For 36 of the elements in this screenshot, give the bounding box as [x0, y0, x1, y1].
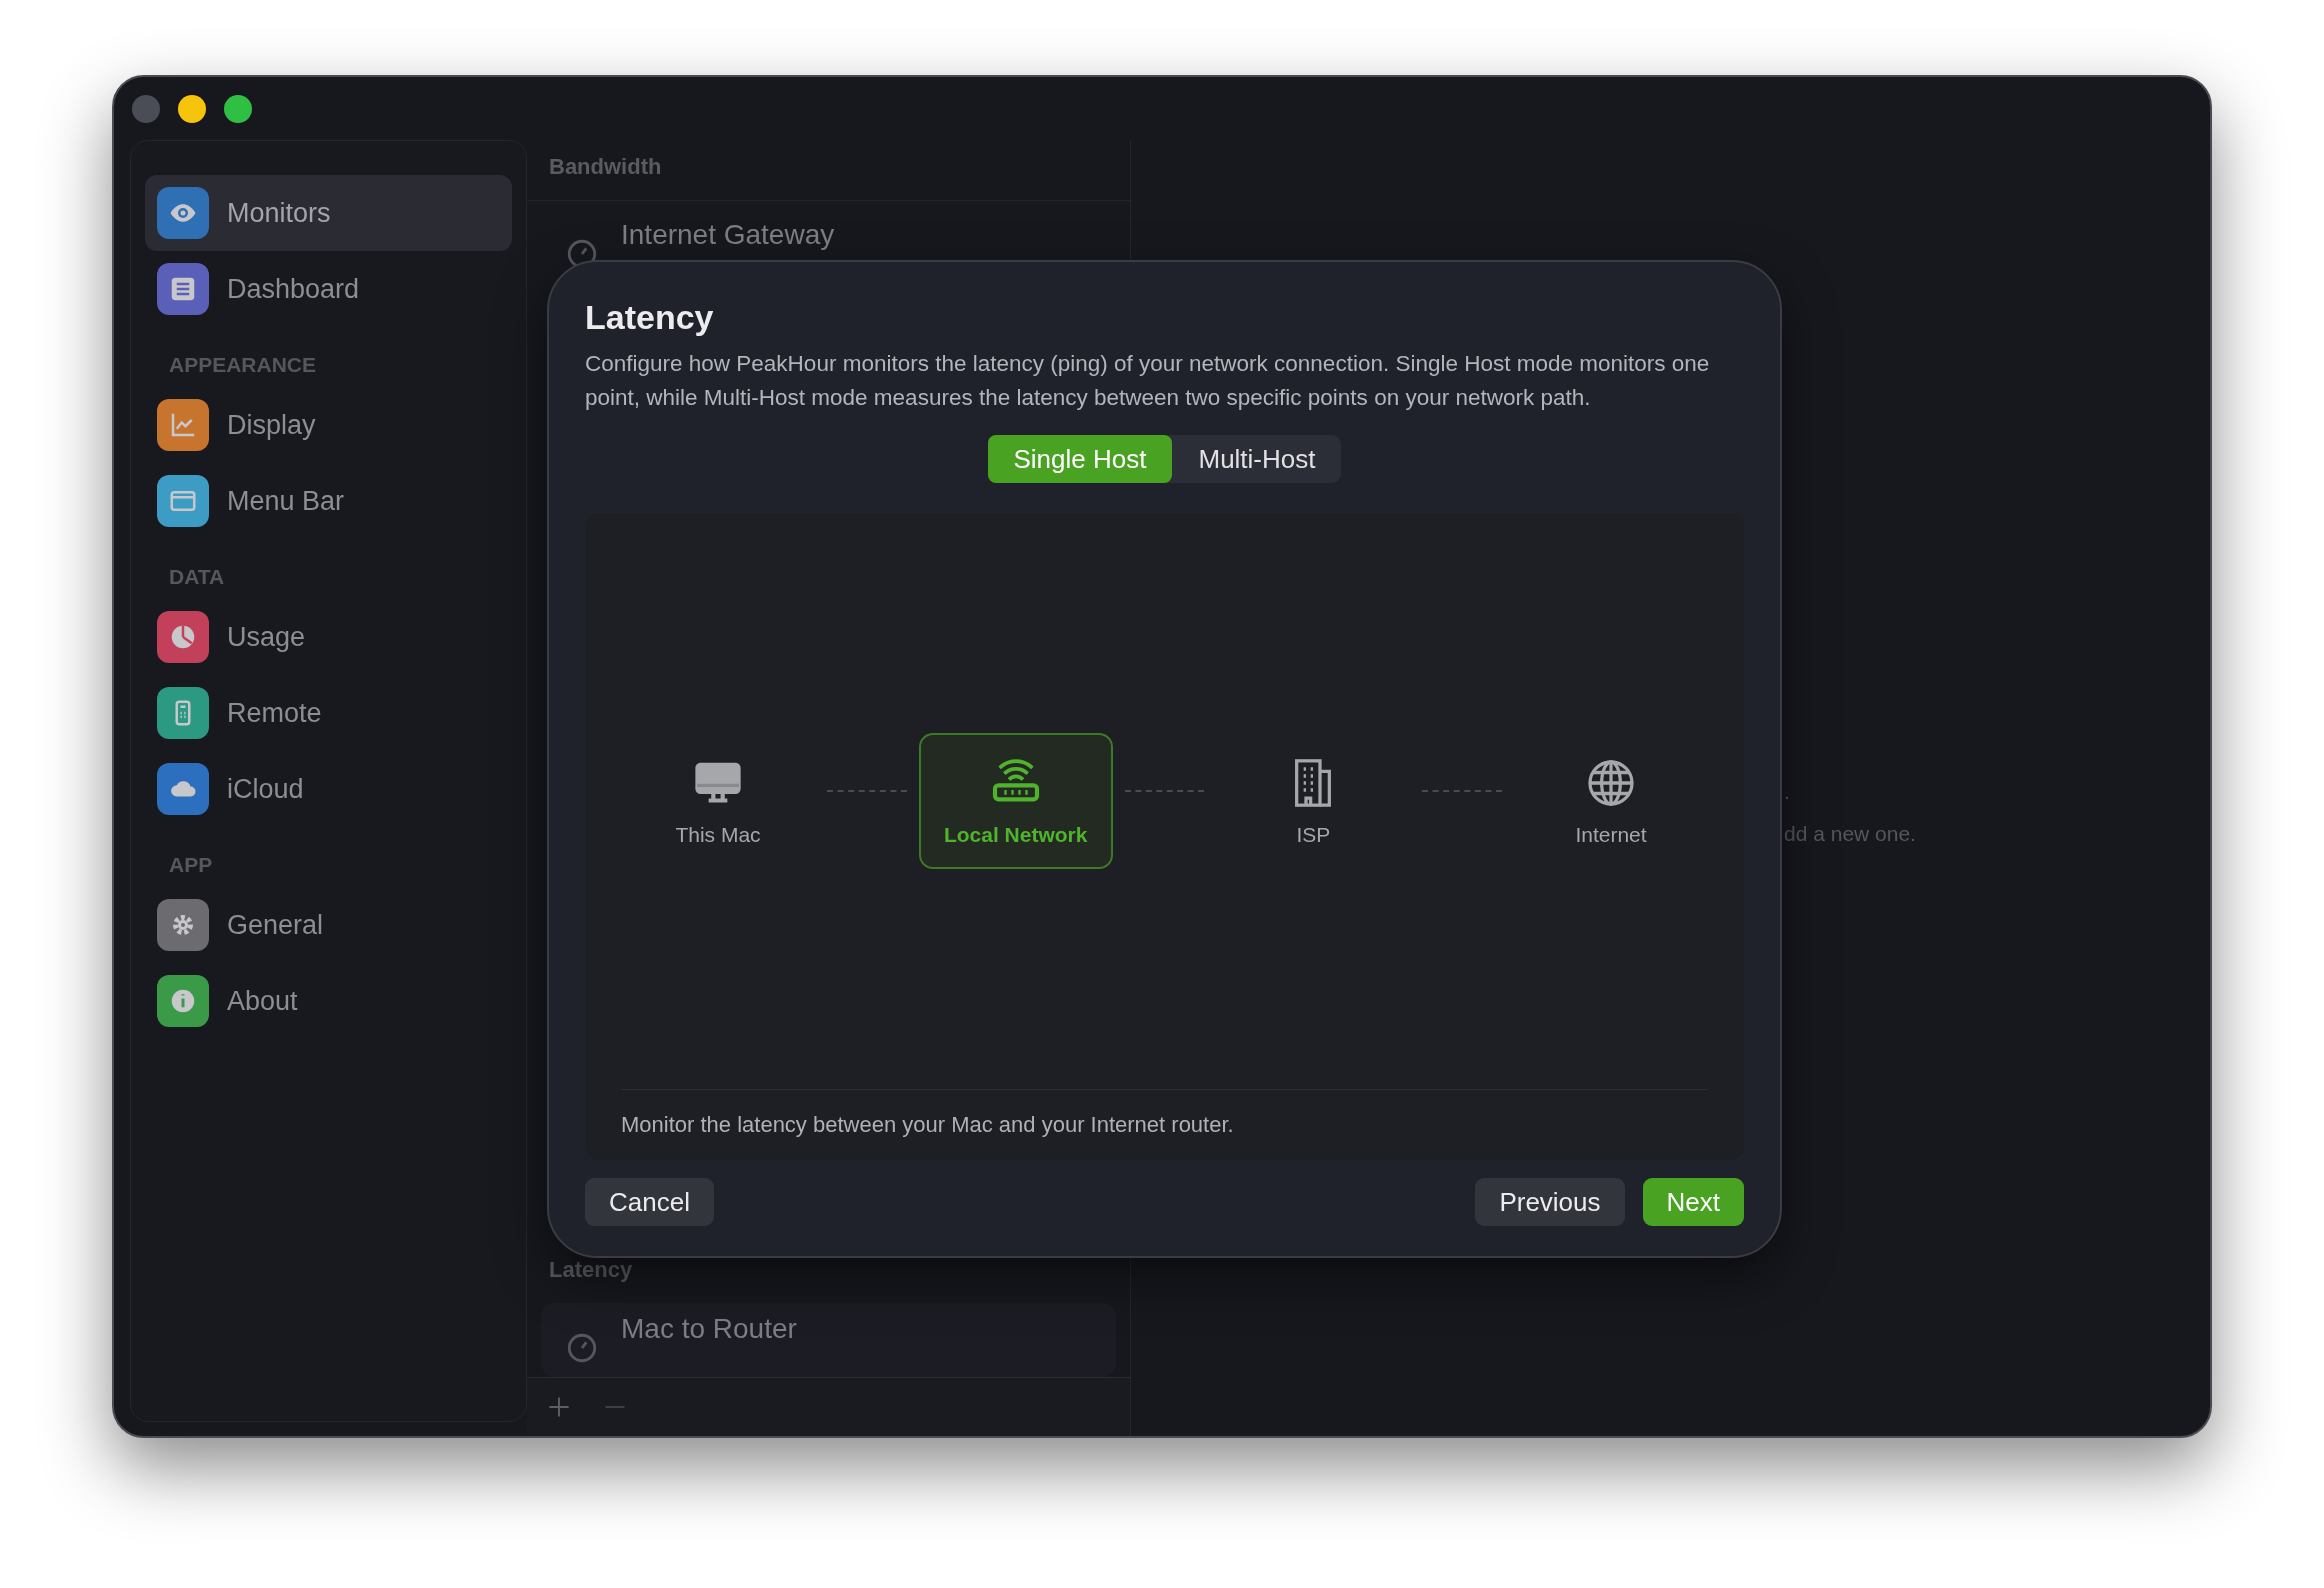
sidebar-item[interactable]: Display [145, 387, 512, 463]
sidebar-item[interactable]: Dashboard [145, 251, 512, 327]
path-node[interactable]: Local Network [918, 733, 1113, 869]
section-heading: DATA [168, 564, 226, 590]
monitor-row[interactable]: Mac to Router [541, 1303, 1116, 1377]
mode-tab[interactable]: Single Host [987, 435, 1173, 483]
monitor-name: Internet Gateway [621, 219, 835, 251]
mode-tab[interactable]: Multi-Host [1172, 435, 1342, 483]
dialog-title: Latency [585, 298, 715, 337]
sidebar-item[interactable]: Remote [145, 675, 512, 751]
dialog-description: Configure how PeakHour monitors the latency (ping) of your network connection. Single Host mode monitors one point, while Multi-Host mode measures the latency between two specific points on your network path. [585, 350, 1711, 412]
close-button[interactable] [132, 94, 160, 123]
sidebar-item[interactable]: Usage [145, 599, 512, 675]
next-button[interactable]: Next [1642, 1178, 1744, 1226]
group-heading: Latency [548, 1256, 634, 1284]
monitor-name: Mac to Router [621, 1313, 797, 1345]
path-node[interactable]: ISP [1216, 733, 1411, 869]
sidebar-item[interactable]: Menu Bar [145, 463, 512, 539]
mode-explanation: Monitor the latency between your Mac and your Internet router. [621, 1111, 1235, 1138]
section-heading: APP [168, 852, 214, 878]
path-node[interactable]: Internet [1514, 733, 1708, 869]
hint-text: . [1784, 780, 1790, 804]
cancel-button[interactable]: Cancel [585, 1178, 714, 1226]
path-node[interactable]: This Mac [621, 733, 815, 869]
hint-text: dd a new one. [1784, 822, 1916, 846]
previous-button[interactable]: Previous [1475, 1178, 1625, 1226]
sidebar-item[interactable]: iCloud [145, 751, 512, 827]
gauge-icon [565, 1331, 599, 1365]
add-icon[interactable] [547, 1395, 571, 1419]
zoom-button[interactable] [224, 94, 252, 123]
sidebar-item[interactable]: General [145, 887, 512, 963]
section-heading: APPEARANCE [168, 352, 318, 378]
sidebar-item[interactable]: About [145, 963, 512, 1039]
group-heading: Bandwidth [527, 140, 1130, 201]
minimize-button[interactable] [178, 94, 206, 123]
sidebar-item[interactable]: Monitors [145, 175, 512, 251]
